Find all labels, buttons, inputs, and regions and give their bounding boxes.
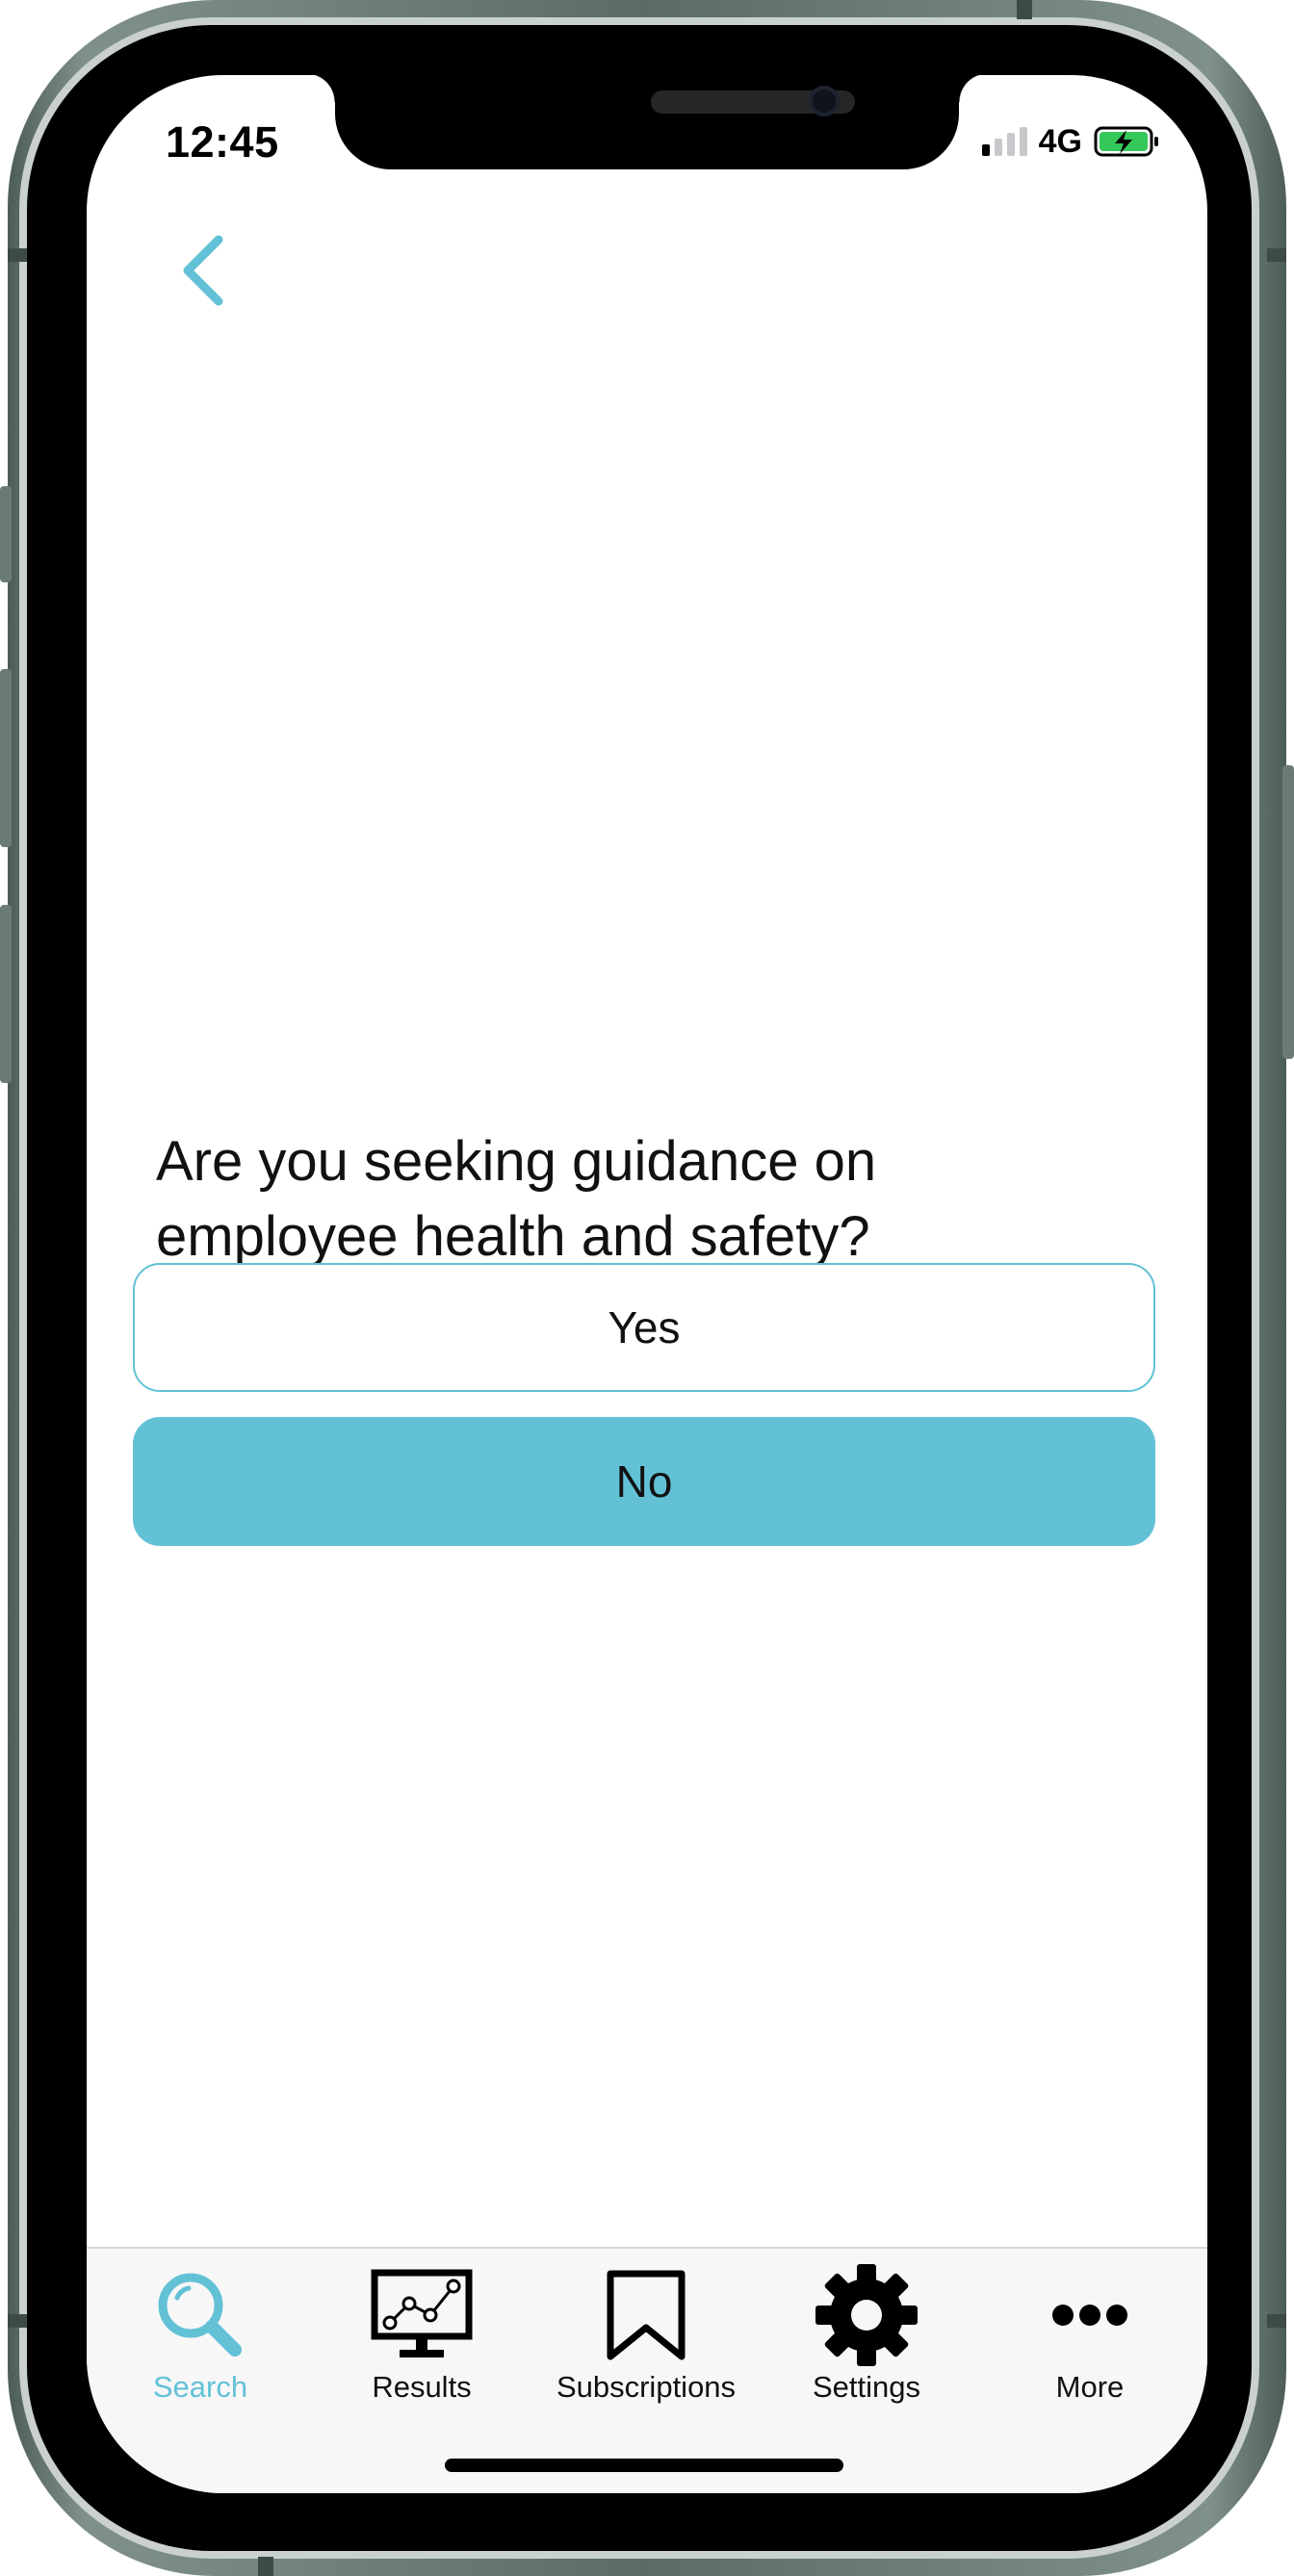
antenna-line — [258, 2557, 273, 2576]
status-indicators: 4G — [981, 122, 1161, 160]
volume-up-button — [0, 669, 12, 847]
tab-settings[interactable]: Settings — [751, 2262, 982, 2407]
no-button-label: No — [615, 1456, 673, 1507]
notch — [306, 75, 988, 169]
results-chart-icon — [371, 2262, 473, 2368]
search-icon — [154, 2262, 246, 2368]
question-text: Are you seeking guidance on employee hea… — [156, 1130, 877, 1268]
antenna-line — [1267, 248, 1286, 262]
tab-search-label: Search — [152, 2370, 248, 2404]
tab-subscriptions-label: Subscriptions — [556, 2370, 737, 2404]
antenna-line — [1267, 2314, 1286, 2328]
yes-button[interactable]: Yes — [133, 1263, 1155, 1392]
antenna-line — [8, 248, 27, 262]
antenna-line — [8, 2314, 27, 2328]
mute-switch — [0, 486, 12, 582]
status-time: 12:45 — [166, 117, 279, 167]
tab-search[interactable]: Search — [87, 2262, 316, 2407]
home-indicator[interactable] — [445, 2459, 843, 2472]
cellular-signal-icon — [981, 127, 1027, 156]
back-button[interactable] — [164, 229, 241, 316]
app-screen: 12:45 4G Are you seeking guidance on emp… — [87, 75, 1207, 2493]
front-camera — [809, 86, 840, 116]
bookmark-icon — [605, 2262, 687, 2368]
tab-more[interactable]: More — [974, 2262, 1205, 2407]
yes-button-label: Yes — [608, 1302, 681, 1352]
chevron-left-icon — [178, 234, 226, 312]
tab-more-label: More — [1055, 2370, 1125, 2404]
gear-icon — [814, 2262, 919, 2368]
tab-settings-label: Settings — [812, 2370, 920, 2404]
more-dots-icon — [1051, 2262, 1128, 2368]
tab-results-label: Results — [372, 2370, 472, 2404]
battery-charging-icon — [1094, 125, 1161, 158]
volume-down-button — [0, 905, 12, 1083]
antenna-line — [1017, 0, 1032, 19]
no-button[interactable]: No — [133, 1417, 1155, 1546]
tab-bar: Search Results Subscriptions Settings Mo… — [87, 2247, 1207, 2493]
tab-subscriptions[interactable]: Subscriptions — [531, 2262, 762, 2407]
power-button — [1282, 765, 1294, 1059]
tab-results[interactable]: Results — [306, 2262, 537, 2407]
network-type: 4G — [1038, 122, 1082, 160]
